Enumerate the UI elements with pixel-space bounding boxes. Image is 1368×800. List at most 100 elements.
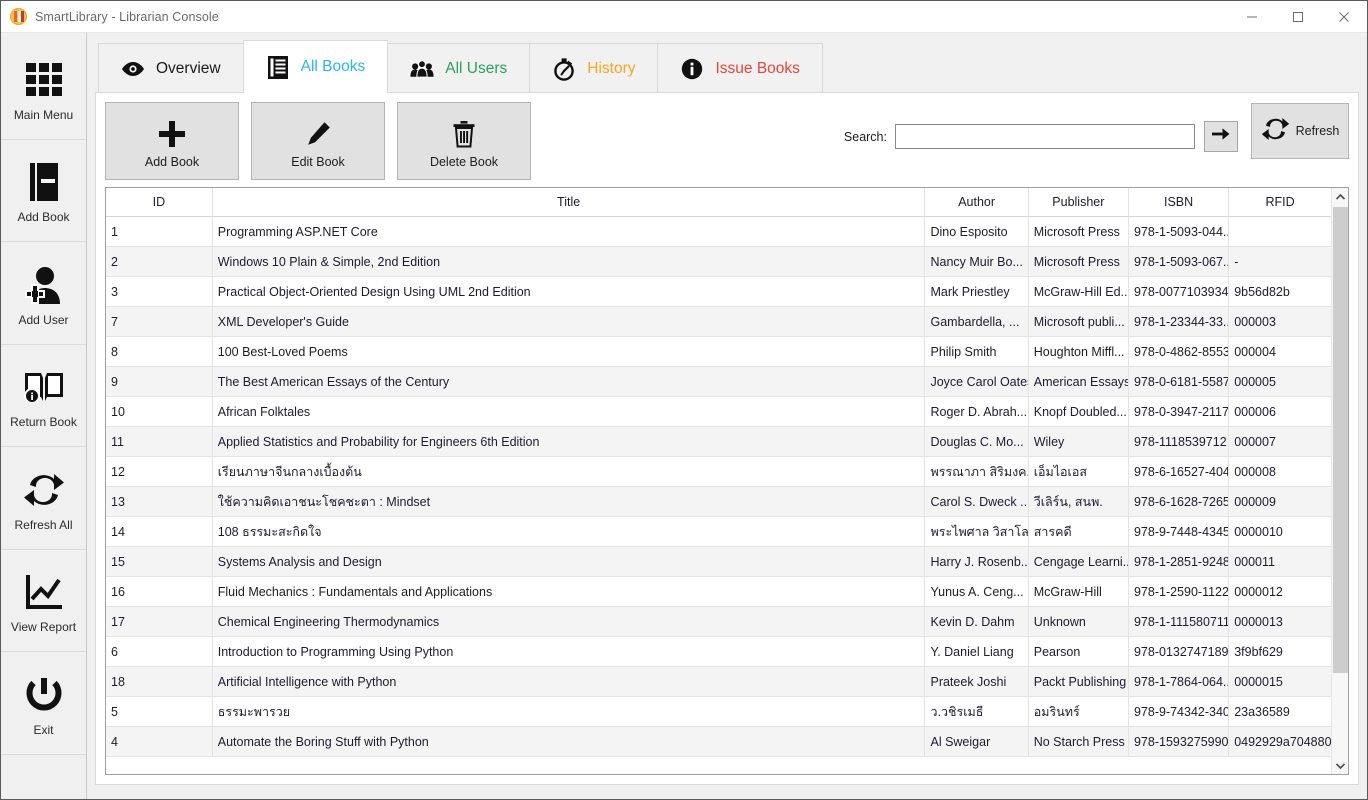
trash-icon — [452, 114, 476, 154]
cell-publisher: Microsoft Press — [1028, 216, 1129, 247]
close-button[interactable] — [1321, 1, 1367, 32]
table-row[interactable]: 13 ใช้ความคิดเอาชนะโชคชะตา : Mindset Carol… — [106, 486, 1331, 517]
all-books-panel: Add Book Edit Book Delete Book Search: R… — [95, 92, 1359, 785]
sidebar-item-main-menu[interactable]: Main Menu — [1, 37, 86, 140]
delete-book-button[interactable]: Delete Book — [397, 102, 531, 180]
cell-rfid: 0000012 — [1228, 576, 1331, 607]
sidebar-item-return-book[interactable]: Return Book — [1, 345, 86, 447]
cell-rfid: 000008 — [1228, 456, 1331, 487]
cell-title: Systems Analysis and Design — [212, 546, 926, 577]
table-vertical-scrollbar[interactable] — [1331, 188, 1348, 774]
table-row[interactable]: 4 Automate the Boring Stuff with Python Al… — [106, 726, 1331, 757]
books-table: ID Title Author Publisher ISBN RFID 1 Pro… — [106, 188, 1331, 774]
window-body: Main Menu Add Book Add User Return Book … — [1, 33, 1367, 799]
cell-id: 17 — [106, 606, 213, 637]
column-header-isbn[interactable]: ISBN — [1128, 188, 1230, 217]
table-row[interactable]: 8 100 Best-Loved Poems Philip Smith Houghto… — [106, 336, 1331, 367]
table-row[interactable]: 16 Fluid Mechanics : Fundamentals and App… — [106, 576, 1331, 607]
table-row[interactable]: 14 108 ธรรมะสะกิดใจ พระไพศาล วิสาโล สารคดี 9… — [106, 516, 1331, 547]
cell-id: 4 — [106, 726, 213, 757]
cell-title: 100 Best-Loved Poems — [212, 336, 926, 367]
grid-menu-icon — [24, 54, 64, 106]
sidebar-item-exit[interactable]: Exit — [1, 652, 86, 755]
cell-title: Automate the Boring Stuff with Python — [212, 726, 926, 757]
scroll-up-button[interactable] — [1332, 188, 1349, 205]
cell-rfid: 3f9bf629 — [1228, 636, 1331, 667]
cell-isbn: 978-0-6181-55873 — [1128, 366, 1230, 397]
info-icon — [680, 58, 704, 80]
sidebar-item-view-report[interactable]: View Report — [1, 550, 86, 652]
cell-id: 5 — [106, 696, 213, 727]
sidebar-item-add-user[interactable]: Add User — [1, 242, 86, 345]
column-header-publisher[interactable]: Publisher — [1028, 188, 1129, 217]
tab-overview[interactable]: Overview — [98, 43, 244, 93]
cell-isbn: 978-1-2851-92482 — [1128, 546, 1230, 577]
table-row[interactable]: 9 The Best American Essays of the Century… — [106, 366, 1331, 397]
refresh-button[interactable]: Refresh — [1251, 103, 1349, 159]
sidebar-item-add-book[interactable]: Add Book — [1, 140, 86, 242]
table-row[interactable]: 1 Programming ASP.NET Core Dino Esposito Mi… — [106, 216, 1331, 247]
application-window: SmartLibrary - Librarian Console Main Me… — [0, 0, 1368, 800]
open-book-info-icon — [21, 361, 67, 413]
maximize-button[interactable] — [1275, 1, 1321, 32]
tab-issue-books[interactable]: Issue Books — [657, 43, 823, 93]
line-chart-icon — [23, 566, 65, 618]
scroll-down-button[interactable] — [1332, 757, 1349, 774]
search-go-button[interactable] — [1204, 121, 1238, 152]
table-row[interactable]: 11 Applied Statistics and Probability for… — [106, 426, 1331, 457]
minimize-button[interactable] — [1229, 1, 1275, 32]
window-title: SmartLibrary - Librarian Console — [35, 9, 219, 24]
cell-publisher: Knopf Doubled... — [1028, 396, 1129, 427]
sidebar-item-label: View Report — [10, 620, 77, 635]
cell-author: Harry J. Rosenb... — [924, 546, 1029, 577]
cell-title: African Folktales — [212, 396, 926, 427]
cell-id: 8 — [106, 336, 213, 367]
table-row[interactable]: 15 Systems Analysis and Design Harry J. Ro… — [106, 546, 1331, 577]
cell-id: 12 — [106, 456, 213, 487]
cell-publisher: วีเลิร์น, สนพ. — [1028, 486, 1129, 517]
table-row[interactable]: 17 Chemical Engineering Thermodynamics Kev… — [106, 606, 1331, 637]
cell-publisher: Microsoft publi... — [1028, 306, 1129, 337]
column-header-title[interactable]: Title — [212, 188, 926, 217]
cell-author: Kevin D. Dahm — [924, 606, 1029, 637]
column-header-id[interactable]: ID — [106, 188, 213, 217]
tab-history[interactable]: History — [529, 43, 659, 93]
cell-isbn: 978-6-16527-4043 — [1128, 456, 1230, 487]
table-row[interactable]: 18 Artificial Intelligence with Python Pra… — [106, 666, 1331, 697]
column-header-rfid[interactable]: RFID — [1228, 188, 1331, 217]
cell-publisher: No Starch Press — [1028, 726, 1129, 757]
tab-all-books[interactable]: All Books — [242, 40, 389, 93]
cell-rfid: 000003 — [1228, 306, 1331, 337]
table-row[interactable]: 10 African Folktales Roger D. Abrah... Knop… — [106, 396, 1331, 427]
scroll-thumb[interactable] — [1332, 207, 1348, 674]
scroll-track[interactable] — [1332, 205, 1349, 757]
cell-title: Artificial Intelligence with Python — [212, 666, 926, 697]
table-row[interactable]: 2 Windows 10 Plain & Simple, 2nd Edition N… — [106, 246, 1331, 277]
cell-publisher: McGraw-Hill Ed... — [1028, 276, 1129, 307]
table-row[interactable]: 12 เรียนภาษาจีนกลางเบื้องต้น พรรณาภา สิริม… — [106, 456, 1331, 487]
table-row[interactable]: 3 Practical Object-Oriented Design Using … — [106, 276, 1331, 307]
add-book-button[interactable]: Add Book — [105, 102, 239, 180]
cell-id: 13 — [106, 486, 213, 517]
cell-rfid: - — [1228, 246, 1331, 277]
stopwatch-icon — [552, 57, 576, 81]
books-table-container: ID Title Author Publisher ISBN RFID 1 Pro… — [105, 187, 1349, 775]
tab-all-users[interactable]: All Users — [387, 43, 531, 93]
column-header-author[interactable]: Author — [924, 188, 1029, 217]
cell-publisher: American Essays — [1028, 366, 1129, 397]
sidebar-item-refresh-all[interactable]: Refresh All — [1, 447, 86, 550]
cell-rfid: 0492929a704880 — [1228, 726, 1331, 757]
table-row[interactable]: 6 Introduction to Programming Using Pytho… — [106, 636, 1331, 667]
cell-isbn: 978-6-1628-72655 — [1128, 486, 1230, 517]
search-input[interactable] — [895, 124, 1195, 149]
main-content: Overview All Books All Users History Iss… — [87, 33, 1367, 799]
table-row[interactable]: 7 XML Developer's Guide Gambardella, ... Mi… — [106, 306, 1331, 337]
cell-id: 6 — [106, 636, 213, 667]
table-row[interactable]: 5 ธรรมะพารวย ว.วชิรเมธี อมรินทร์ 978-9-74342… — [106, 696, 1331, 727]
cell-title: ใช้ความคิดเอาชนะโชคชะตา : Mindset — [212, 486, 926, 517]
edit-book-button[interactable]: Edit Book — [251, 102, 385, 180]
cell-id: 7 — [106, 306, 213, 337]
tab-label: All Books — [300, 58, 366, 75]
cell-rfid — [1228, 216, 1331, 247]
cell-publisher: สารคดี — [1028, 516, 1129, 547]
